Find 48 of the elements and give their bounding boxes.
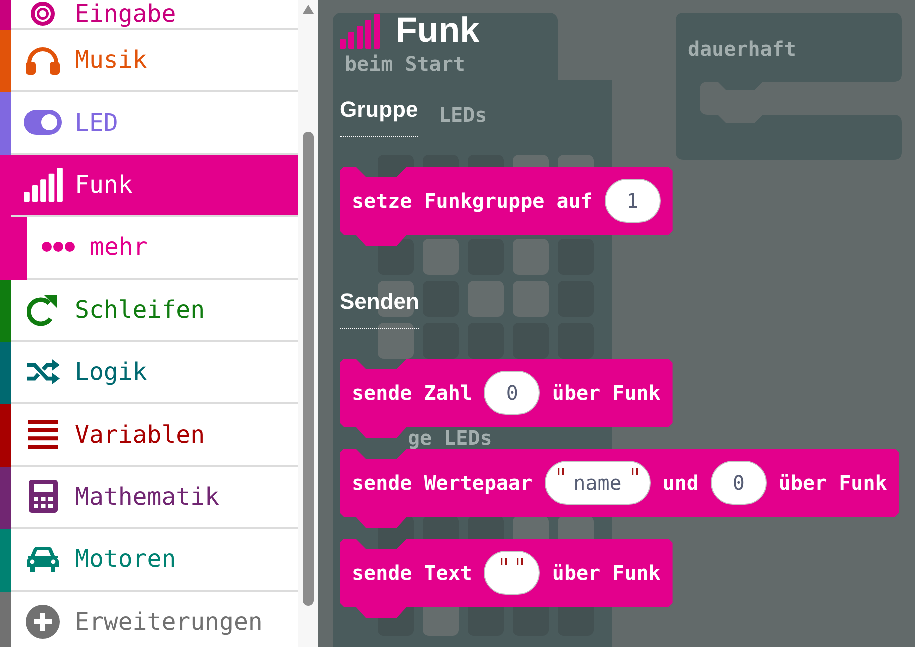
block-label: sende Text — [352, 560, 472, 587]
category-item[interactable]: Motoren — [0, 529, 298, 592]
block-label: sende Zahl — [352, 380, 472, 407]
circular-arrow-icon — [27, 292, 59, 327]
workspace-block-label: LEDs — [439, 104, 488, 126]
toggle-icon — [24, 110, 62, 136]
calculator-icon — [28, 480, 58, 514]
category-item[interactable]: Eingabe — [0, 0, 298, 30]
number-field[interactable]: 0 — [710, 461, 767, 505]
subcategory-item[interactable]: mehr — [0, 217, 298, 280]
category-item[interactable]: Schleifen — [0, 280, 298, 342]
category-item[interactable]: LED — [0, 92, 298, 155]
quote-mark-icon — [558, 468, 564, 475]
quote-mark-icon — [501, 558, 508, 565]
section-heading: Senden — [340, 289, 420, 329]
text-field[interactable]: name — [544, 461, 651, 505]
scroll-up-arrow-icon[interactable] — [302, 5, 314, 14]
text-field[interactable] — [484, 551, 540, 595]
category-item[interactable]: Erweiterungen — [0, 592, 298, 647]
signal-bars-icon — [340, 14, 380, 48]
headphones-icon — [25, 45, 61, 76]
car-icon — [27, 546, 59, 572]
block-label: setze Funkgruppe auf — [352, 188, 593, 215]
category-item[interactable]: Mathematik — [0, 466, 298, 530]
block-label: über Funk — [552, 560, 661, 587]
quote-mark-icon — [517, 558, 524, 565]
plus-circle-icon — [26, 604, 60, 639]
scrollbar-thumb[interactable] — [302, 132, 314, 606]
category-item[interactable]: Musik — [0, 30, 298, 92]
category-item[interactable]: Logik — [0, 342, 298, 404]
block-label: über Funk — [778, 470, 888, 497]
section-heading: Gruppe — [340, 97, 418, 137]
block-label: und — [662, 470, 699, 497]
number-field[interactable]: 0 — [484, 371, 540, 415]
number-field[interactable]: 1 — [604, 179, 661, 223]
block-label: sende Wertepaar — [352, 470, 533, 497]
circle-dot-icon — [31, 2, 55, 26]
dots-icon — [42, 242, 75, 252]
workspace-block-label: beim Start — [345, 53, 466, 75]
category-item[interactable]: Variablen — [0, 404, 298, 467]
signal-bars-icon — [24, 168, 62, 202]
workspace-block-label: dauerhaft — [688, 38, 798, 60]
stacked-bars-icon — [28, 420, 58, 450]
flyout-title: Funk — [396, 12, 480, 50]
quote-mark-icon — [632, 468, 638, 475]
block-label: über Funk — [552, 380, 661, 407]
shuffle-icon — [26, 358, 60, 386]
code-block[interactable]: sende Wertepaar name und 0 über Funk — [340, 449, 900, 528]
